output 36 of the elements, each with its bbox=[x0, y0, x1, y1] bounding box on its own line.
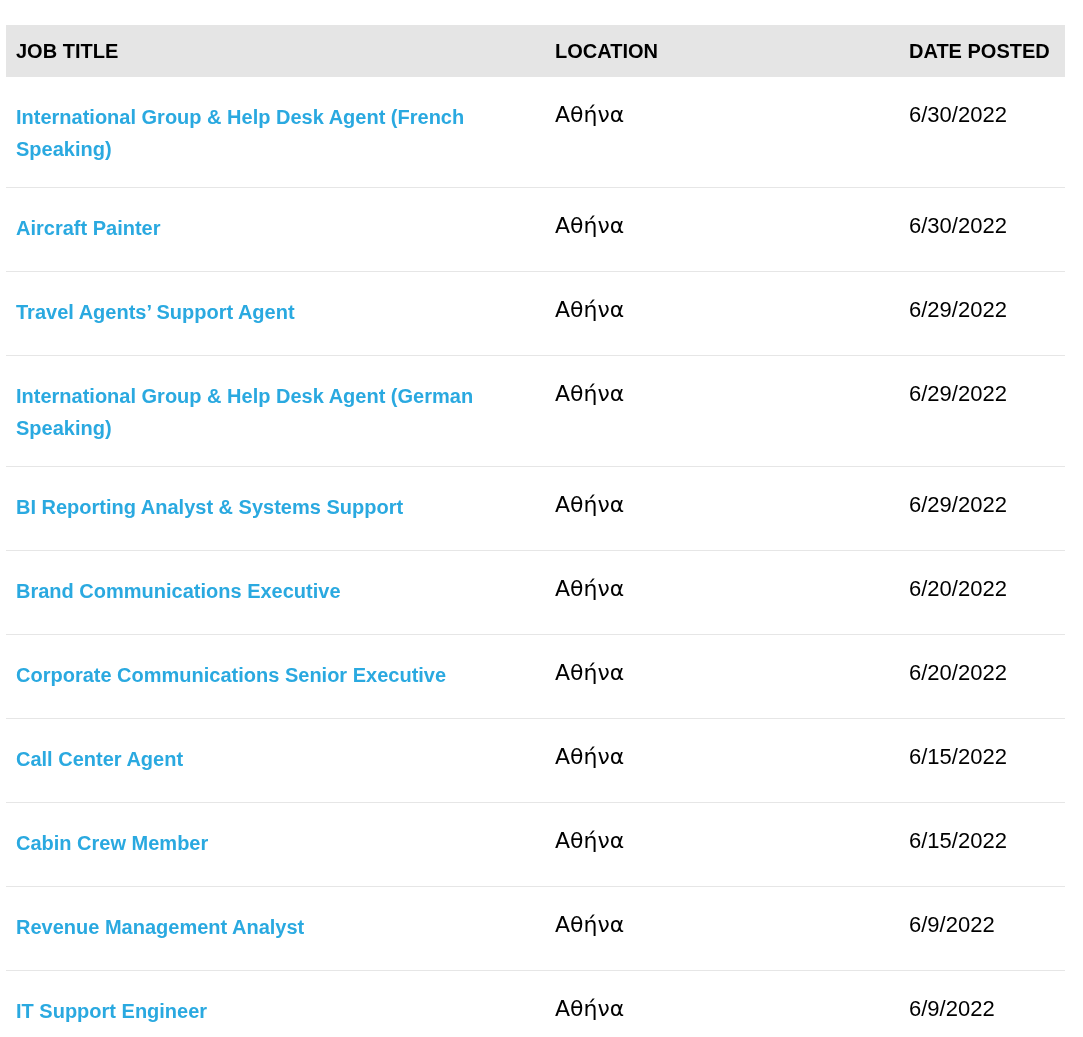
job-title-link[interactable]: Call Center Agent bbox=[6, 743, 545, 775]
job-title-link[interactable]: International Group & Help Desk Agent (French Speaking) bbox=[6, 101, 545, 165]
column-header: DATE POSTED bbox=[908, 39, 1051, 64]
location-cell-text: Αθήνα bbox=[554, 380, 626, 408]
location-cell-text: Αθήνα bbox=[554, 491, 626, 519]
location-cell-text: Αθήνα bbox=[554, 659, 626, 687]
location-cell-text: Αθήνα bbox=[554, 827, 626, 855]
date-cell-text: 6/30/2022 bbox=[908, 212, 1008, 240]
date-cell-text: 6/29/2022 bbox=[908, 491, 1008, 519]
column-header: JOB TITLE bbox=[15, 39, 120, 64]
job-title-link[interactable]: Cabin Crew Member bbox=[6, 827, 545, 859]
date-cell-text: 6/20/2022 bbox=[908, 659, 1008, 687]
job-title-link[interactable]: IT Support Engineer bbox=[6, 995, 545, 1027]
job-title-link[interactable]: Brand Communications Executive bbox=[6, 575, 545, 607]
job-title-link[interactable]: International Group & Help Desk Agent (German Speaking) bbox=[6, 380, 545, 444]
location-cell-text: Αθήνα bbox=[554, 911, 626, 939]
location-cell-text: Αθήνα bbox=[554, 296, 626, 324]
location-cell-text: Αθήνα bbox=[554, 212, 626, 240]
date-cell-text: 6/30/2022 bbox=[908, 101, 1008, 129]
location-cell-text: Αθήνα bbox=[554, 101, 626, 129]
location-cell-text: Αθήνα bbox=[554, 575, 626, 603]
location-cell-text: Αθήνα bbox=[554, 995, 626, 1023]
job-title-link[interactable]: Aircraft Painter bbox=[6, 212, 545, 244]
job-title-link[interactable]: Corporate Communications Senior Executive bbox=[6, 659, 545, 691]
date-cell-text: 6/15/2022 bbox=[908, 827, 1008, 855]
date-cell-text: 6/29/2022 bbox=[908, 380, 1008, 408]
date-cell-text: 6/15/2022 bbox=[908, 743, 1008, 771]
date-cell-text: 6/9/2022 bbox=[908, 995, 996, 1023]
date-cell-text: 6/20/2022 bbox=[908, 575, 1008, 603]
location-cell-text: Αθήνα bbox=[554, 743, 626, 771]
column-header: LOCATION bbox=[554, 39, 659, 64]
date-cell-text: 6/29/2022 bbox=[908, 296, 1008, 324]
job-title-link[interactable]: Revenue Management Analyst bbox=[6, 911, 545, 943]
job-title-link[interactable]: Travel Agents’ Support Agent bbox=[6, 296, 545, 328]
date-cell-text: 6/9/2022 bbox=[908, 911, 996, 939]
job-title-link[interactable]: BI Reporting Analyst & Systems Support bbox=[6, 491, 545, 523]
